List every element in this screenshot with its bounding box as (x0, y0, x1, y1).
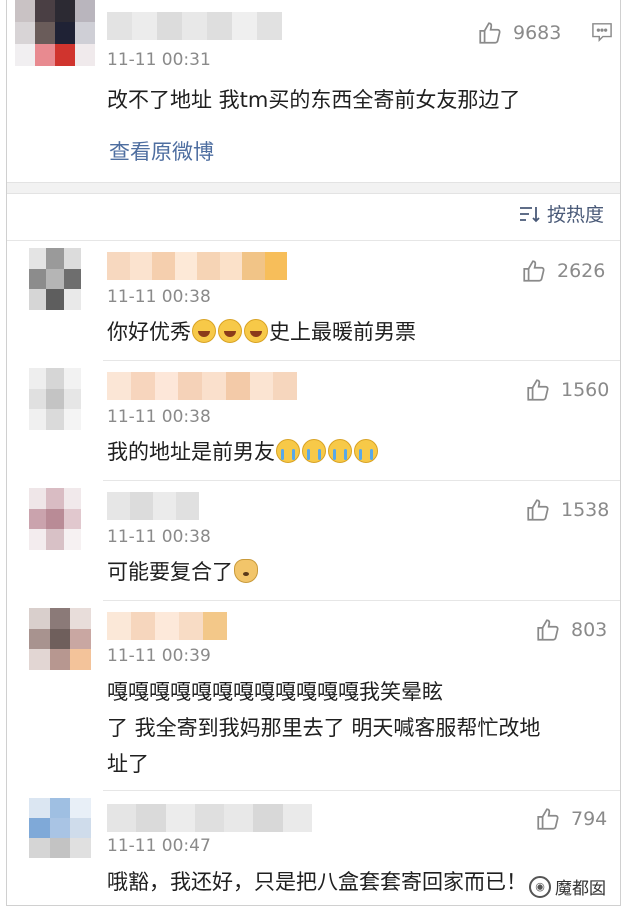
laughing-emoji-icon (218, 319, 242, 343)
comment-time: 11-11 00:38 (107, 407, 211, 427)
divider (103, 480, 620, 481)
comment-text-line: 了 我全寄到我妈那里去了 明天喊客服帮忙改地 (107, 716, 541, 740)
username-blurred[interactable] (107, 252, 287, 280)
username-blurred[interactable] (107, 492, 199, 520)
avatar[interactable] (15, 0, 95, 66)
doge-emoji-icon (234, 559, 258, 583)
comment-text-main: 我的地址是前男友 (107, 440, 275, 464)
avatar[interactable] (29, 368, 81, 430)
crying-emoji-icon (276, 439, 300, 463)
section-divider (7, 182, 620, 194)
crying-emoji-icon (354, 439, 378, 463)
username-blurred[interactable] (107, 612, 227, 640)
like-button[interactable]: 803 (535, 617, 607, 643)
crying-emoji-icon (302, 439, 326, 463)
comment-text-main: 你好优秀 (107, 320, 191, 344)
like-count: 1560 (561, 379, 610, 401)
avatar[interactable] (29, 608, 91, 670)
laughing-emoji-icon (192, 319, 216, 343)
view-original-link[interactable]: 查看原微博 (109, 136, 214, 166)
watermark-text: 魔都囡 (555, 879, 606, 899)
comment-text-line: 嘎嘎嘎嘎嘎嘎嘎嘎嘎嘎嘎嘎我笑晕眩 (107, 680, 443, 704)
avatar[interactable] (29, 488, 81, 550)
watermark: ◉ 魔都囡 (525, 872, 610, 901)
reply-button[interactable] (591, 22, 613, 42)
crying-emoji-icon (328, 439, 352, 463)
comment-text: 哦豁，我还好，只是把八盒套套寄回家而已！ (107, 870, 527, 894)
sort-lines-icon (520, 206, 540, 222)
comment-text-suffix: 史上最暖前男票 (269, 320, 416, 344)
like-count: 2626 (557, 260, 606, 282)
laughing-emoji-icon (244, 319, 268, 343)
username-blurred[interactable] (107, 12, 282, 40)
username-blurred[interactable] (107, 372, 297, 400)
sort-label: 按热度 (547, 204, 605, 226)
thumbs-up-icon (537, 808, 559, 830)
like-count: 794 (571, 808, 608, 830)
comment-text: 我的地址是前男友 (107, 434, 379, 470)
divider (103, 360, 620, 361)
thumbs-up-icon (479, 22, 501, 44)
comment-time: 11-11 00:39 (107, 646, 211, 666)
divider (103, 790, 620, 791)
thumbs-up-icon (527, 499, 549, 521)
comments-screen: 11-11 00:31 9683 改不了地址 我tm买的东西全寄前女友那边了 查… (6, 0, 621, 906)
username-blurred[interactable] (107, 804, 312, 832)
comment-time: 11-11 00:47 (107, 836, 211, 856)
sort-by-hot-button[interactable]: 按热度 (519, 200, 604, 227)
divider (103, 600, 620, 601)
comment-text-main: 可能要复合了 (107, 560, 233, 584)
comment-text: 改不了地址 我tm买的东西全寄前女友那边了 (107, 88, 521, 112)
like-button[interactable]: 1538 (525, 497, 609, 523)
thumbs-up-icon (523, 260, 545, 282)
comment-time: 11-11 00:38 (107, 527, 211, 547)
like-button[interactable]: 2626 (521, 258, 605, 284)
like-count: 9683 (513, 22, 562, 44)
comment-time: 11-11 00:38 (107, 287, 211, 307)
comment-text: 你好优秀 史上最暖前男票 (107, 314, 416, 350)
comment-text-line: 址了 (107, 752, 149, 776)
comment-time: 11-11 00:31 (107, 50, 211, 70)
thumbs-up-icon (527, 379, 549, 401)
like-button[interactable]: 794 (535, 806, 607, 832)
divider (7, 240, 620, 241)
comment-icon (592, 23, 612, 42)
avatar[interactable] (29, 248, 81, 310)
like-count: 1538 (561, 499, 610, 521)
avatar[interactable] (29, 798, 91, 858)
thumbs-up-icon (537, 619, 559, 641)
like-button[interactable]: 1560 (525, 377, 609, 403)
wechat-logo-icon: ◉ (529, 875, 551, 898)
like-button[interactable]: 9683 (477, 20, 561, 46)
comment-text: 嘎嘎嘎嘎嘎嘎嘎嘎嘎嘎嘎嘎我笑晕眩 了 我全寄到我妈那里去了 明天喊客服帮忙改地 … (107, 674, 540, 782)
like-count: 803 (571, 619, 608, 641)
comment-text: 可能要复合了 (107, 554, 259, 590)
